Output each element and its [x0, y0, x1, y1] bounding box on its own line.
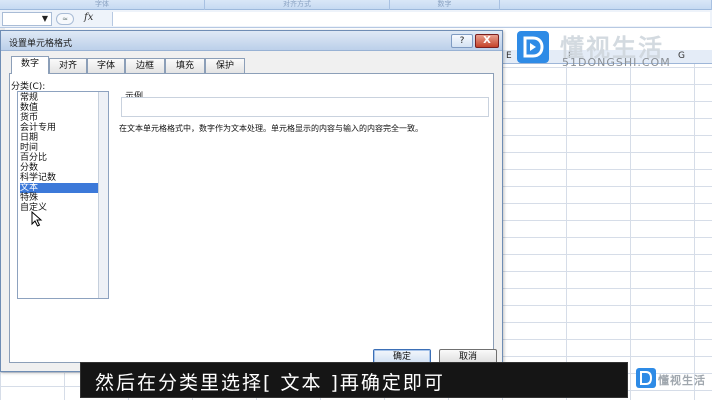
help-button[interactable]: ? — [451, 34, 473, 48]
ribbon-group-other — [500, 0, 712, 10]
category-item-general[interactable]: 常规 — [20, 93, 98, 103]
category-item-number[interactable]: 数值 — [20, 103, 98, 113]
close-button[interactable]: X — [475, 34, 499, 48]
fx-icon[interactable]: fx — [84, 12, 93, 23]
category-item-currency[interactable]: 货币 — [20, 113, 98, 123]
formula-input[interactable] — [112, 12, 710, 26]
sample-preview — [121, 97, 489, 117]
ribbon-group-number[interactable]: 数字 — [390, 0, 500, 10]
category-item-accounting[interactable]: 会计专用 — [20, 123, 98, 133]
formula-oval-icon[interactable]: ≈ — [56, 13, 74, 25]
ribbon-group-font[interactable]: 字体 — [0, 0, 205, 10]
category-item-time[interactable]: 时间 — [20, 143, 98, 153]
tab-alignment[interactable]: 对齐 — [49, 58, 87, 74]
dialog-title: 设置单元格格式 — [9, 39, 73, 49]
category-item-scientific[interactable]: 科学记数 — [20, 173, 98, 183]
watermark-logo-icon — [517, 31, 549, 63]
column-g-header[interactable]: G — [678, 51, 685, 61]
format-description: 在文本单元格格式中，数字作为文本处理。单元格显示的内容与输入的内容完全一致。 — [119, 124, 423, 133]
subtitle-bar: 然后在分类里选择[ 文本 ]再确定即可 — [80, 362, 628, 398]
category-item-date[interactable]: 日期 — [20, 133, 98, 143]
worksheet-grid[interactable] — [502, 50, 712, 400]
ribbon-group-alignment[interactable]: 对齐方式 — [205, 0, 390, 10]
category-item-text[interactable]: 文本 — [20, 183, 98, 193]
formula-controls: ≈ fx — [56, 12, 96, 26]
mouse-pointer-icon — [31, 211, 43, 227]
formula-bar: ▼ ≈ fx — [0, 10, 712, 28]
category-item-percentage[interactable]: 百分比 — [20, 153, 98, 163]
subtitle-text: 然后在分类里选择[ 文本 ]再确定即可 — [95, 372, 445, 394]
category-scrollbar[interactable] — [98, 92, 108, 298]
watermark-url: 51DONGSHI.COM — [562, 56, 671, 69]
name-box[interactable]: ▼ — [2, 12, 52, 26]
category-item-fraction[interactable]: 分数 — [20, 163, 98, 173]
brand-name: 懂视生活 — [658, 374, 706, 387]
format-cells-dialog: 设置单元格格式 ? X 数字 对齐 字体 边框 填充 保护 分类(C): 常规 … — [0, 30, 503, 372]
column-e-header[interactable]: E — [506, 51, 512, 61]
category-list[interactable]: 常规 数值 货币 会计专用 日期 时间 百分比 分数 科学记数 文本 特殊 自定… — [17, 91, 109, 299]
tab-protection[interactable]: 保护 — [205, 58, 245, 74]
brand-logo-icon — [636, 368, 656, 388]
ribbon: 字体 对齐方式 数字 — [0, 0, 712, 10]
tab-border[interactable]: 边框 — [125, 58, 165, 74]
chevron-down-icon[interactable]: ▼ — [42, 14, 48, 23]
tab-font[interactable]: 字体 — [87, 58, 125, 74]
dialog-titlebar[interactable]: 设置单元格格式 ? X — [1, 31, 502, 51]
tab-number[interactable]: 数字 — [11, 56, 49, 74]
tab-fill[interactable]: 填充 — [165, 58, 205, 74]
category-item-special[interactable]: 特殊 — [20, 193, 98, 203]
